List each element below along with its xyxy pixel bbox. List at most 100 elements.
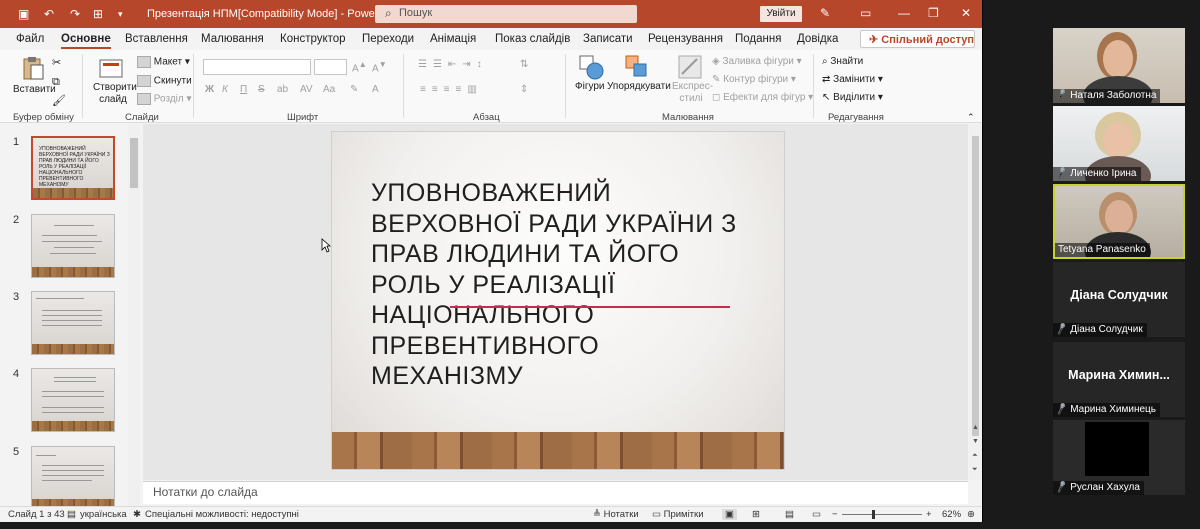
save-icon[interactable]: ▣ — [18, 7, 29, 21]
format-painter-icon[interactable]: 🖌 — [52, 94, 66, 107]
share-button[interactable]: ✈ Спільний доступ ▾ — [860, 30, 975, 59]
slide-thumbnail-2[interactable] — [31, 214, 115, 278]
new-slide-button[interactable]: Створити слайд — [93, 82, 137, 106]
arrange-icon[interactable] — [624, 54, 650, 80]
quick-styles-button[interactable]: Експрес-стилі — [672, 81, 713, 105]
spacing-icon[interactable]: AV — [300, 84, 313, 95]
align-icons[interactable]: ≡≡≡≡▥ — [420, 84, 483, 95]
tab-animations[interactable]: Анімація — [430, 33, 476, 45]
scroll-down-icon[interactable]: ▼ — [972, 438, 979, 445]
shape-fill-button[interactable]: ◈ Заливка фігури ▾ — [712, 56, 802, 67]
zoom-out-icon[interactable]: − — [832, 509, 838, 520]
normal-view-icon[interactable]: ▣ — [722, 509, 737, 520]
font-family-combo[interactable] — [203, 59, 311, 75]
list-icons[interactable]: ☰☰⇤⇥↕ — [418, 59, 488, 70]
slide-sorter-icon[interactable]: ⊞ — [752, 509, 760, 520]
prev-slide-icon[interactable]: ⏶ — [972, 452, 978, 460]
search-box[interactable]: ⌕ Пошук — [375, 5, 637, 23]
layout-button[interactable]: Макет ▾ — [137, 56, 190, 68]
replace-button[interactable]: ⇄ Замінити ▾ — [822, 74, 883, 85]
scroll-up-icon[interactable]: ▲ — [972, 424, 979, 431]
minimize-icon[interactable]: — — [898, 6, 910, 20]
participant-tile[interactable]: Діана Солудчик 🎤 Діана Солудчик — [1053, 262, 1185, 337]
slide-scrollbar[interactable]: ▲ ▼ ⏶ ⏷ — [969, 124, 982, 480]
language-indicator[interactable]: українська — [80, 509, 127, 520]
slideshow-view-icon[interactable]: ▭ — [812, 509, 821, 520]
find-button[interactable]: ⌕ Знайти — [822, 56, 863, 67]
accessibility-icon[interactable]: ✱ — [133, 509, 141, 520]
participant-tile[interactable]: Марина Химин... 🎤 Марина Химинець — [1053, 342, 1185, 417]
notes-toggle[interactable]: ≜ Нотатки — [593, 509, 639, 520]
tab-insert[interactable]: Вставлення — [125, 33, 188, 45]
signin-button[interactable]: Увійти — [760, 6, 802, 22]
shapes-icon[interactable] — [578, 54, 604, 80]
tab-draw[interactable]: Малювання — [201, 33, 264, 45]
comments-toggle[interactable]: ▭ Примітки — [652, 509, 704, 520]
decrease-font-icon[interactable]: A▼ — [372, 59, 387, 74]
section-button[interactable]: Розділ ▾ — [137, 93, 192, 105]
shapes-button[interactable]: Фігури — [575, 81, 605, 92]
undo-icon[interactable]: ↶ — [44, 7, 54, 21]
spellcheck-icon[interactable]: ▤ — [67, 509, 76, 520]
increase-font-icon[interactable]: A▲ — [352, 59, 367, 74]
font-color-icon[interactable]: A — [372, 84, 379, 95]
cut-icon[interactable]: ✂ — [52, 56, 61, 69]
reset-button[interactable]: Скинути — [137, 75, 192, 87]
tab-transitions[interactable]: Переходи — [362, 33, 414, 45]
fit-to-window-icon[interactable]: ⊕ — [967, 509, 975, 520]
notes-pane[interactable]: Нотатки до слайда — [143, 481, 968, 504]
tab-review[interactable]: Рецензування — [648, 33, 723, 45]
current-slide[interactable]: УПОВНОВАЖЕНИЙ ВЕРХОВНОЇ РАДИ УКРАЇНИ З П… — [331, 131, 785, 470]
arrange-button[interactable]: Упорядкувати — [607, 81, 671, 92]
underline-button[interactable]: П — [240, 84, 247, 95]
font-size-combo[interactable] — [314, 59, 347, 75]
paste-icon[interactable] — [20, 55, 46, 81]
shadow-icon[interactable]: ab — [277, 84, 288, 95]
tab-file[interactable]: Файл — [16, 33, 44, 45]
close-icon[interactable]: ✕ — [961, 6, 971, 20]
copy-icon[interactable]: ⧉ — [52, 76, 60, 89]
zoom-level[interactable]: 62% — [942, 509, 961, 520]
ribbon-display-icon[interactable]: ▭ — [860, 6, 871, 20]
accessibility-status[interactable]: Спеціальні можливості: недоступні — [145, 509, 299, 520]
tab-record[interactable]: Записати — [583, 33, 633, 45]
quick-styles-icon[interactable] — [677, 54, 703, 80]
shape-effects-button[interactable]: ◻ Ефекти для фігур ▾ — [712, 92, 813, 103]
zoom-slider[interactable] — [842, 510, 922, 519]
present-icon[interactable]: ⊞ — [93, 7, 103, 21]
tab-home[interactable]: Основне — [61, 33, 111, 49]
participant-tile-active-speaker[interactable]: Tetyana Panasenko — [1053, 184, 1185, 259]
new-slide-icon[interactable] — [98, 56, 124, 82]
redo-icon[interactable]: ↷ — [70, 7, 80, 21]
case-icon[interactable]: Aa — [323, 84, 335, 95]
reading-view-icon[interactable]: ▤ — [785, 509, 794, 520]
italic-button[interactable]: К — [222, 84, 228, 95]
pen-icon[interactable]: ✎ — [820, 6, 830, 20]
tab-design[interactable]: Конструктор — [280, 33, 346, 45]
slide-thumbnail-1[interactable]: УПОВНОВАЖЕНИЙ ВЕРХОВНОЇ РАДИ УКРАЇНИ З П… — [31, 136, 115, 200]
shape-outline-button[interactable]: ✎ Контур фігури ▾ — [712, 74, 796, 85]
slide-thumbnail-5[interactable] — [31, 446, 115, 506]
slide-thumbnail-4[interactable] — [31, 368, 115, 432]
tab-view[interactable]: Подання — [735, 33, 781, 45]
bold-button[interactable]: Ж — [205, 84, 214, 95]
customize-quickaccess-icon[interactable]: ▾ — [118, 9, 123, 20]
slide-title[interactable]: УПОВНОВАЖЕНИЙ ВЕРХОВНОЇ РАДИ УКРАЇНИ З П… — [371, 178, 771, 392]
slide-thumbnail-3[interactable] — [31, 291, 115, 355]
strike-button[interactable]: S — [258, 84, 265, 95]
paste-button[interactable]: Вставити — [13, 84, 56, 95]
zoom-in-icon[interactable]: + — [926, 509, 932, 520]
tab-help[interactable]: Довідка — [797, 33, 838, 45]
participant-tile[interactable]: 🎤 Наталя Заболотна — [1053, 28, 1185, 103]
text-direction-icon[interactable]: ⇅ — [520, 59, 528, 70]
highlight-icon[interactable]: ✎ — [350, 84, 358, 95]
select-button[interactable]: ↖ Виділити ▾ — [822, 92, 883, 103]
tab-slideshow[interactable]: Показ слайдів — [495, 33, 570, 45]
participant-tile[interactable]: 🎤 Личенко Ірина — [1053, 106, 1185, 181]
next-slide-icon[interactable]: ⏷ — [972, 466, 978, 474]
align-text-icon[interactable]: ⇕ — [520, 84, 528, 95]
collapse-ribbon-icon[interactable]: ⌃ — [967, 112, 975, 123]
thumbnails-scrollbar[interactable] — [128, 124, 140, 506]
participant-tile[interactable]: 🎤 Руслан Хахула — [1053, 420, 1185, 495]
maximize-icon[interactable]: ❐ — [928, 6, 939, 20]
